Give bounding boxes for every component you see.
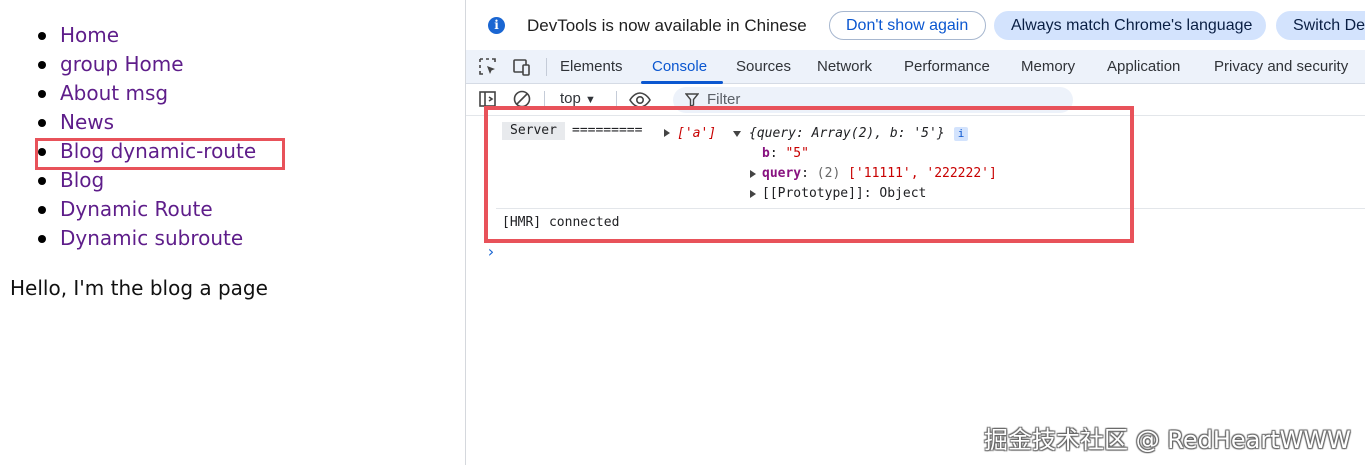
info-icon: i [488, 17, 505, 34]
object-property-query[interactable]: query: (2) ['11111', '222222'] [762, 166, 997, 181]
object-preview[interactable]: {query: Array(2), b: '5'} [749, 126, 945, 141]
expand-prototype-icon[interactable] [750, 190, 756, 198]
nav-link-about[interactable]: About msg [60, 81, 168, 105]
nav-link-group-home[interactable]: group Home [60, 52, 184, 76]
page-viewport: Home group Home About msg News Blog dyna… [0, 0, 465, 465]
sidebar-toggle-icon[interactable] [478, 89, 498, 109]
expand-query-icon[interactable] [750, 170, 756, 178]
value-info-icon[interactable]: i [954, 127, 968, 141]
tab-performance[interactable]: Performance [904, 50, 990, 84]
nav-item: Dynamic Route [37, 195, 256, 224]
nav-item: News [37, 108, 256, 137]
object-property-b: b: "5" [762, 146, 809, 161]
array-preview[interactable]: ['a'] [677, 126, 716, 141]
live-expression-eye-icon[interactable] [628, 90, 652, 110]
watermark: 掘金技术社区 @ RedHeartWWW [984, 426, 1351, 454]
log-separator-text: ========= [572, 123, 643, 138]
object-prototype[interactable]: [[Prototype]]: Object [762, 186, 926, 201]
toolbar-divider [616, 91, 617, 109]
property-key: b [762, 146, 770, 161]
tab-sources[interactable]: Sources [736, 50, 791, 84]
nav-link-home[interactable]: Home [60, 23, 119, 47]
toolbar-divider [546, 58, 547, 76]
hmr-log-message: [HMR] connected [502, 215, 620, 230]
property-value: ['11111', '222222'] [848, 166, 997, 181]
nav-link-blog-dynamic-route[interactable]: Blog dynamic-route [60, 139, 256, 163]
infobar-message: DevTools is now available in Chinese [527, 16, 807, 35]
always-match-language-button[interactable]: Always match Chrome's language [994, 11, 1266, 40]
clear-console-icon[interactable] [512, 89, 532, 109]
switch-devtools-button[interactable]: Switch Dev [1276, 11, 1365, 40]
console-filter-input[interactable]: Filter [673, 87, 1073, 113]
tab-memory[interactable]: Memory [1021, 50, 1075, 84]
devtools-panel: i DevTools is now available in Chinese D… [465, 0, 1365, 465]
tab-console[interactable]: Console [652, 50, 707, 84]
context-value: top [560, 90, 581, 107]
nav-list: Home group Home About msg News Blog dyna… [0, 21, 256, 253]
devtools-tabbar: Elements Console Sources Network Perform… [466, 50, 1365, 84]
context-selector[interactable]: top ▼ [560, 90, 596, 107]
collapse-object-icon[interactable] [733, 131, 741, 137]
nav-item: Blog [37, 166, 256, 195]
nav-item: Home [37, 21, 256, 50]
filter-placeholder: Filter [707, 91, 741, 108]
console-toolbar: top ▼ Filter [466, 84, 1365, 116]
inspect-element-icon[interactable] [478, 57, 498, 77]
array-preview-text: ['a'] [677, 126, 717, 141]
expand-array-icon[interactable] [664, 129, 670, 137]
nav-item: Dynamic subroute [37, 224, 256, 253]
tab-elements[interactable]: Elements [560, 50, 623, 84]
property-value: "5" [785, 146, 809, 161]
nav-item: Blog dynamic-route [37, 137, 256, 166]
chevron-down-icon: ▼ [585, 94, 596, 106]
device-toolbar-icon[interactable] [512, 57, 532, 77]
tab-network[interactable]: Network [817, 50, 872, 84]
nav-link-dynamic-route[interactable]: Dynamic Route [60, 197, 213, 221]
dont-show-again-button[interactable]: Don't show again [829, 11, 986, 40]
page-content-text: Hello, I'm the blog a page [10, 276, 268, 300]
nav-link-dynamic-subroute[interactable]: Dynamic subroute [60, 226, 243, 250]
nav-item: group Home [37, 50, 256, 79]
console-prompt-chevron-icon[interactable]: › [486, 242, 496, 261]
message-divider [496, 208, 1365, 209]
filter-icon [685, 93, 699, 107]
property-key: query [762, 166, 802, 181]
language-infobar: i DevTools is now available in Chinese D… [466, 0, 1365, 50]
tab-privacy-security[interactable]: Privacy and security [1214, 50, 1348, 84]
nav-item: About msg [37, 79, 256, 108]
log-source-badge: Server [502, 122, 565, 140]
console-output: Server ========= ['a'] {query: Array(2),… [466, 106, 1365, 465]
property-count: (2) [816, 166, 841, 181]
nav-link-news[interactable]: News [60, 110, 114, 134]
tab-application[interactable]: Application [1107, 50, 1180, 84]
toolbar-divider [544, 91, 545, 109]
nav-link-blog[interactable]: Blog [60, 168, 104, 192]
